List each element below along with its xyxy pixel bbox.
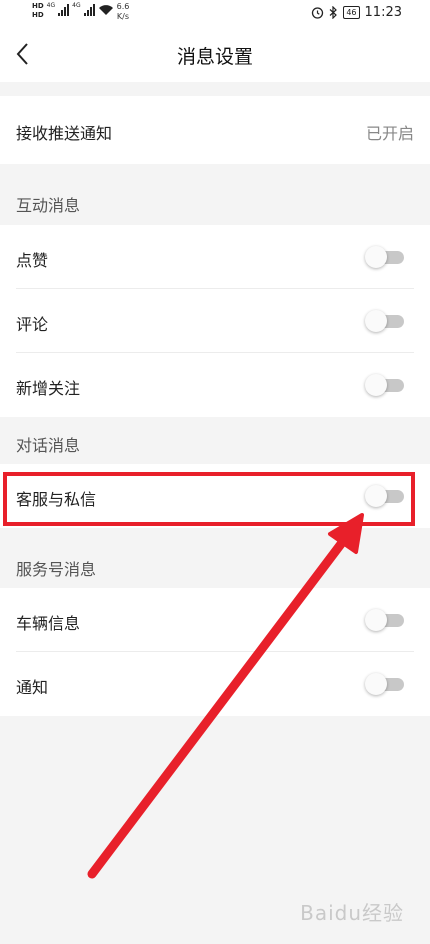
hd-label-2: HD <box>32 11 44 19</box>
bluetooth-icon <box>329 6 338 19</box>
setting-label-comment: 评论 <box>16 315 49 334</box>
signal-icon <box>83 4 95 16</box>
setting-row-comment: 评论 <box>0 289 430 353</box>
highlight-box <box>3 472 415 526</box>
push-notification-status: 已开启 <box>365 124 414 143</box>
speed-value: 6.6 <box>116 2 130 11</box>
signal-label-2: 4G <box>72 2 81 9</box>
setting-label-like: 点赞 <box>16 251 49 270</box>
setting-row-vehicle-info: 车辆信息 <box>0 588 430 652</box>
status-bar: HD HD 4G 4G 6.6 K/s 46 11:23 <box>0 0 430 26</box>
wifi-icon <box>98 5 113 15</box>
new-follower-toggle[interactable] <box>363 373 405 397</box>
setting-label-new-follower: 新增关注 <box>16 379 81 398</box>
like-toggle[interactable] <box>363 245 405 269</box>
setting-label-vehicle-info: 车辆信息 <box>16 614 81 633</box>
clock: 11:23 <box>364 5 402 20</box>
watermark-logo: Baidu经验 <box>300 901 404 925</box>
section-title-service: 服务号消息 <box>16 560 97 579</box>
setting-row-notice: 通知 <box>0 652 430 716</box>
section-title-interaction: 互动消息 <box>16 196 81 215</box>
signal-label-1: 4G <box>46 2 56 9</box>
push-notification-label: 接收推送通知 <box>16 124 113 143</box>
page-title: 消息设置 <box>176 46 253 68</box>
comment-toggle[interactable] <box>363 309 405 333</box>
hd-label-1: HD <box>32 2 44 10</box>
status-right: 46 11:23 <box>311 5 402 20</box>
notice-toggle[interactable] <box>363 672 405 696</box>
battery-icon: 46 <box>343 6 360 19</box>
signal-icon <box>58 4 70 16</box>
setting-row-new-follower: 新增关注 <box>0 353 430 417</box>
header: 消息设置 <box>0 26 430 82</box>
push-notification-row[interactable]: 接收推送通知 已开启 <box>0 96 430 164</box>
status-left: HD HD 4G 4G 6.6 K/s <box>32 2 129 22</box>
alarm-icon <box>312 7 324 19</box>
section-title-conversation: 对话消息 <box>16 436 81 455</box>
setting-row-like: 点赞 <box>0 225 430 289</box>
speed-unit: K/s <box>116 12 130 21</box>
setting-label-notice: 通知 <box>16 678 49 697</box>
network-speed: 6.6 K/s <box>117 2 130 22</box>
vehicle-info-toggle[interactable] <box>363 608 405 632</box>
